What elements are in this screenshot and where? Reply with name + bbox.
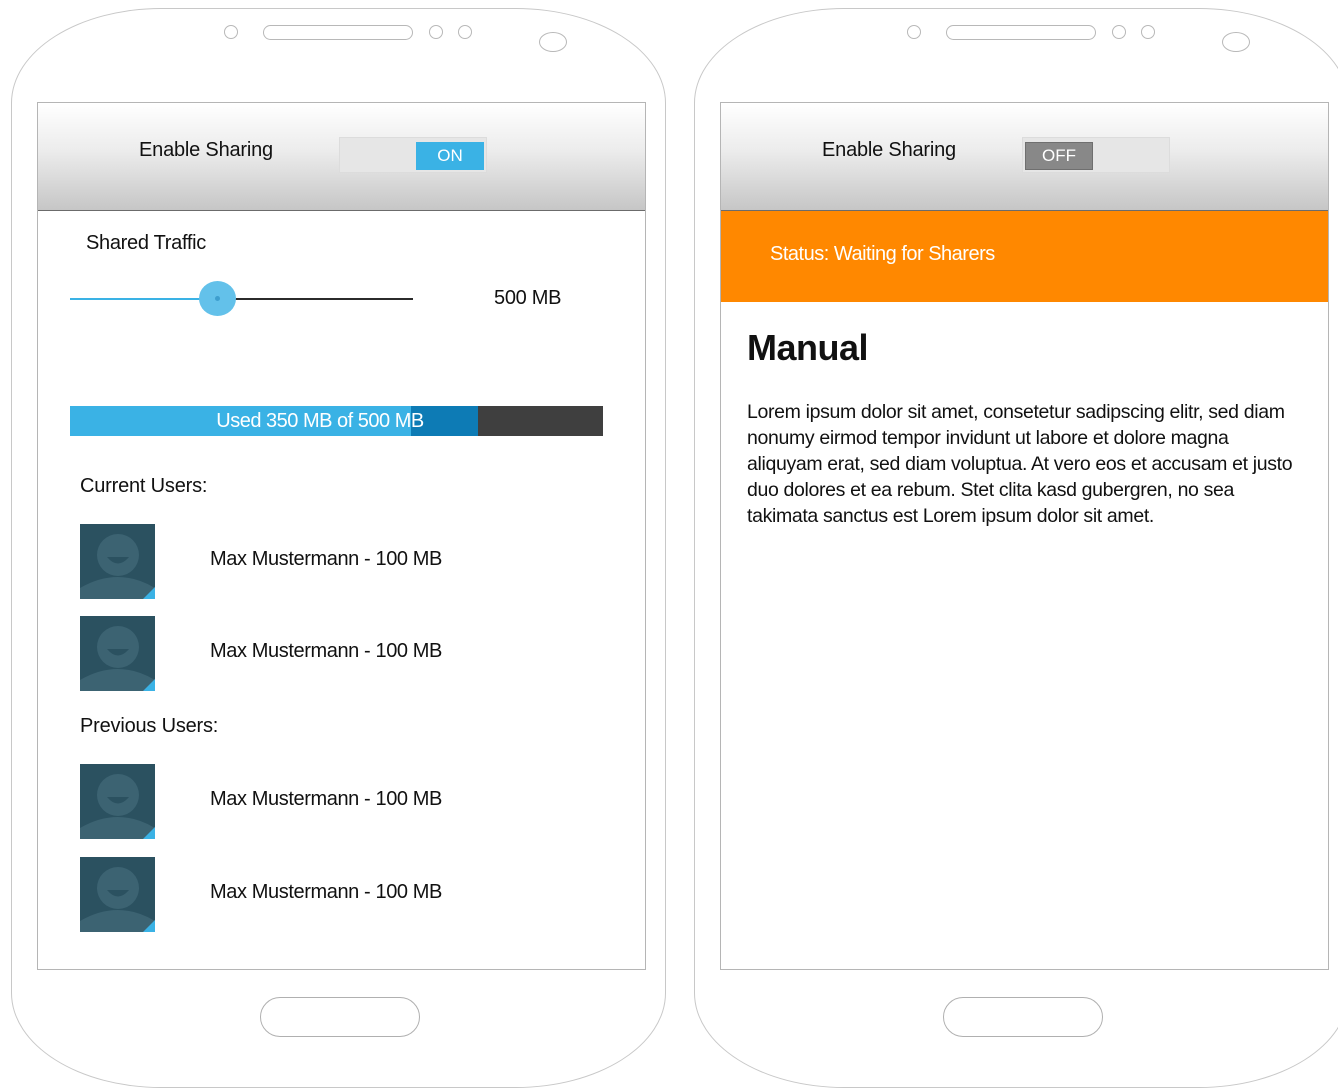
status-text: Status: Waiting for Sharers (770, 243, 995, 265)
user-avatar-icon (80, 857, 155, 932)
toggle-on-knob: ON (416, 142, 484, 170)
sensor-dot (458, 25, 472, 39)
usage-progress-label: Used 350 MB of 500 MB (216, 410, 424, 432)
sensor-dot (1141, 25, 1155, 39)
user-avatar-icon (80, 616, 155, 691)
header-bar: Enable Sharing ON (38, 103, 645, 211)
earpiece-speaker (946, 25, 1096, 40)
home-button[interactable] (943, 997, 1103, 1037)
usage-progress-bar: Used 350 MB of 500 MB (70, 406, 603, 436)
traffic-slider-thumb[interactable] (198, 281, 236, 316)
shared-traffic-label: Shared Traffic (86, 232, 206, 254)
home-button[interactable] (260, 997, 420, 1037)
screen-sharing-settings: Enable Sharing ON Shared Traffic 500 MB … (37, 102, 646, 970)
manual-body-text: Lorem ipsum dolor sit amet, consetetur s… (747, 401, 1293, 527)
phone-top-bar (12, 25, 665, 55)
enable-sharing-toggle[interactable]: OFF (1022, 137, 1170, 173)
user-avatar-icon (80, 524, 155, 599)
user-avatar-icon (80, 764, 155, 839)
traffic-slider-track[interactable] (70, 298, 413, 300)
user-name-label: Max Mustermann - 100 MB (210, 548, 442, 570)
enable-sharing-label: Enable Sharing (822, 139, 956, 161)
user-list-item[interactable]: Max Mustermann - 100 MB (80, 524, 580, 599)
sensor-dot (224, 25, 238, 39)
sensor-dot (907, 25, 921, 39)
user-list-item[interactable]: Max Mustermann - 100 MB (80, 764, 580, 839)
shared-traffic-value: 500 MB (494, 287, 562, 309)
user-list-item[interactable]: Max Mustermann - 100 MB (80, 616, 580, 691)
slider-thumb-center (214, 296, 220, 301)
current-users-heading: Current Users: (80, 475, 208, 497)
enable-sharing-label: Enable Sharing (139, 139, 273, 161)
front-camera (1222, 32, 1250, 52)
previous-users-heading: Previous Users: (80, 715, 219, 737)
user-name-label: Max Mustermann - 100 MB (210, 881, 442, 903)
phone-frame-left: Enable Sharing ON Shared Traffic 500 MB … (11, 8, 666, 1088)
front-camera (539, 32, 567, 52)
phone-top-bar (695, 25, 1338, 55)
sensor-dot (429, 25, 443, 39)
toggle-off-knob: OFF (1025, 142, 1093, 170)
enable-sharing-toggle[interactable]: ON (339, 137, 487, 173)
traffic-slider-fill (70, 298, 218, 300)
sensor-dot (1112, 25, 1126, 39)
earpiece-speaker (263, 25, 413, 40)
user-name-label: Max Mustermann - 100 MB (210, 640, 442, 662)
user-list-item[interactable]: Max Mustermann - 100 MB (80, 857, 580, 932)
phone-frame-right: Enable Sharing OFF Status: Waiting for S… (694, 8, 1338, 1088)
manual-title: Manual (747, 327, 869, 368)
status-banner: Status: Waiting for Sharers (721, 211, 1328, 302)
screen-sharing-manual: Enable Sharing OFF Status: Waiting for S… (720, 102, 1329, 970)
header-bar: Enable Sharing OFF (721, 103, 1328, 211)
user-name-label: Max Mustermann - 100 MB (210, 788, 442, 810)
